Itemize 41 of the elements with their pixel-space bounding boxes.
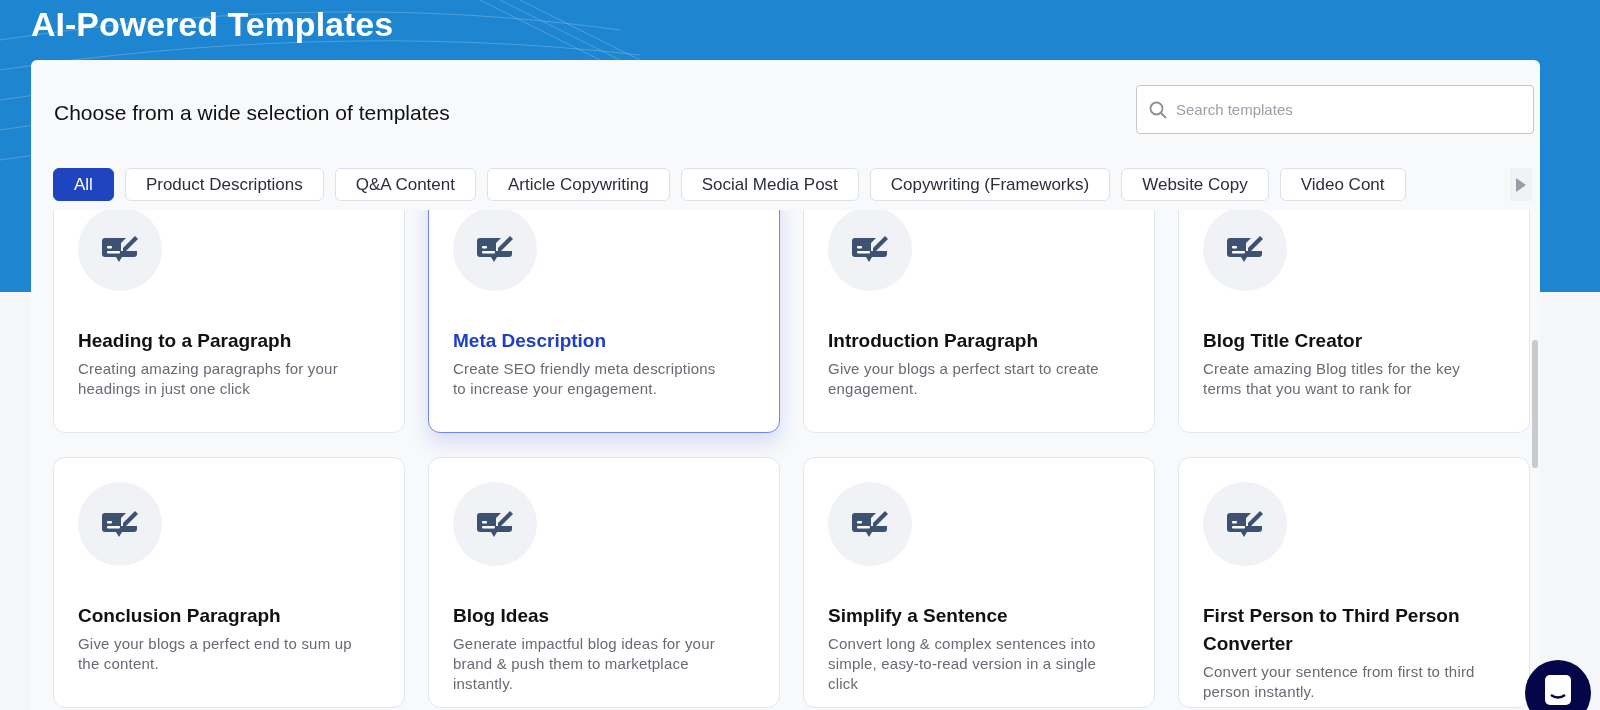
template-description: Create SEO friendly meta descriptions to increase your engagement. <box>453 359 717 399</box>
template-title: Blog Ideas <box>453 604 551 628</box>
template-card[interactable]: Introduction Paragraph Give your blogs a perfect start to create engagement. <box>803 210 1155 433</box>
category-tab[interactable]: All <box>53 168 114 201</box>
panel-heading: Choose from a wide selection of templates <box>54 99 450 126</box>
scroll-right-button[interactable] <box>1510 168 1532 201</box>
template-description: Convert long & complex sentences into simple, easy-to-read version in a single click <box>828 634 1098 694</box>
template-description: Creating amazing paragraphs for your headings in just one click <box>78 359 339 399</box>
template-card[interactable]: Meta Description Create SEO friendly meta descriptions to increase your engagement. <box>428 210 780 433</box>
template-card[interactable]: Blog Title Creator Create amazing Blog titles for the key terms that you want to rank for <box>1178 210 1531 433</box>
template-description: Convert your sentence from first to third person instantly. <box>1203 662 1476 702</box>
template-card[interactable]: Heading to a Paragraph Creating amazing paragraphs for your headings in just one click <box>53 210 405 433</box>
category-tab[interactable]: Product Descriptions <box>124 168 324 201</box>
scrollbar-thumb[interactable] <box>1532 340 1539 468</box>
template-card[interactable]: Conclusion Paragraph Give your blogs a perfect end to sum up the content. <box>53 457 405 708</box>
template-title: First Person to Third Person Converter <box>1203 604 1461 656</box>
category-tab[interactable]: Article Copywriting <box>487 168 670 201</box>
template-description: Generate impactful blog ideas for your brand & push them to marketplace instantly. <box>453 634 716 694</box>
search-field[interactable]: Search templates <box>1136 85 1534 134</box>
category-tab[interactable]: Video Cont <box>1279 168 1406 201</box>
search-icon <box>1149 101 1167 119</box>
page-title: AI-Powered Templates <box>31 4 394 44</box>
category-tab[interactable]: Social Media Post <box>680 168 859 201</box>
category-tab[interactable]: Copywriting (Frameworks) <box>869 168 1111 201</box>
category-tab[interactable]: Q&A Content <box>334 168 476 201</box>
chat-icon <box>1545 675 1571 705</box>
template-card[interactable]: Simplify a Sentence Convert long & complex sentences into simple, easy-to-read version in a single click <box>803 457 1155 708</box>
template-title: Heading to a Paragraph <box>78 329 293 353</box>
template-card[interactable]: First Person to Third Person Converter Convert your sentence from first to third person instantly. <box>1178 457 1531 708</box>
template-description: Give your blogs a perfect start to create engagement. <box>828 359 1100 399</box>
template-card[interactable]: Blog Ideas Generate impactful blog ideas for your brand & push them to marketplace instantly. <box>428 457 780 708</box>
template-title: Introduction Paragraph <box>828 329 1040 353</box>
template-description: Give your blogs a perfect end to sum up the content. <box>78 634 353 674</box>
category-tab[interactable]: Website Copy <box>1121 168 1269 201</box>
template-title: Simplify a Sentence <box>828 604 1009 628</box>
chat-button[interactable] <box>1525 660 1591 710</box>
template-description: Create amazing Blog titles for the key terms that you want to rank for <box>1203 359 1461 399</box>
template-title: Conclusion Paragraph <box>78 604 282 628</box>
triangle-right-icon <box>1516 178 1526 192</box>
template-title: Meta Description <box>453 329 608 353</box>
template-title: Blog Title Creator <box>1203 329 1364 353</box>
